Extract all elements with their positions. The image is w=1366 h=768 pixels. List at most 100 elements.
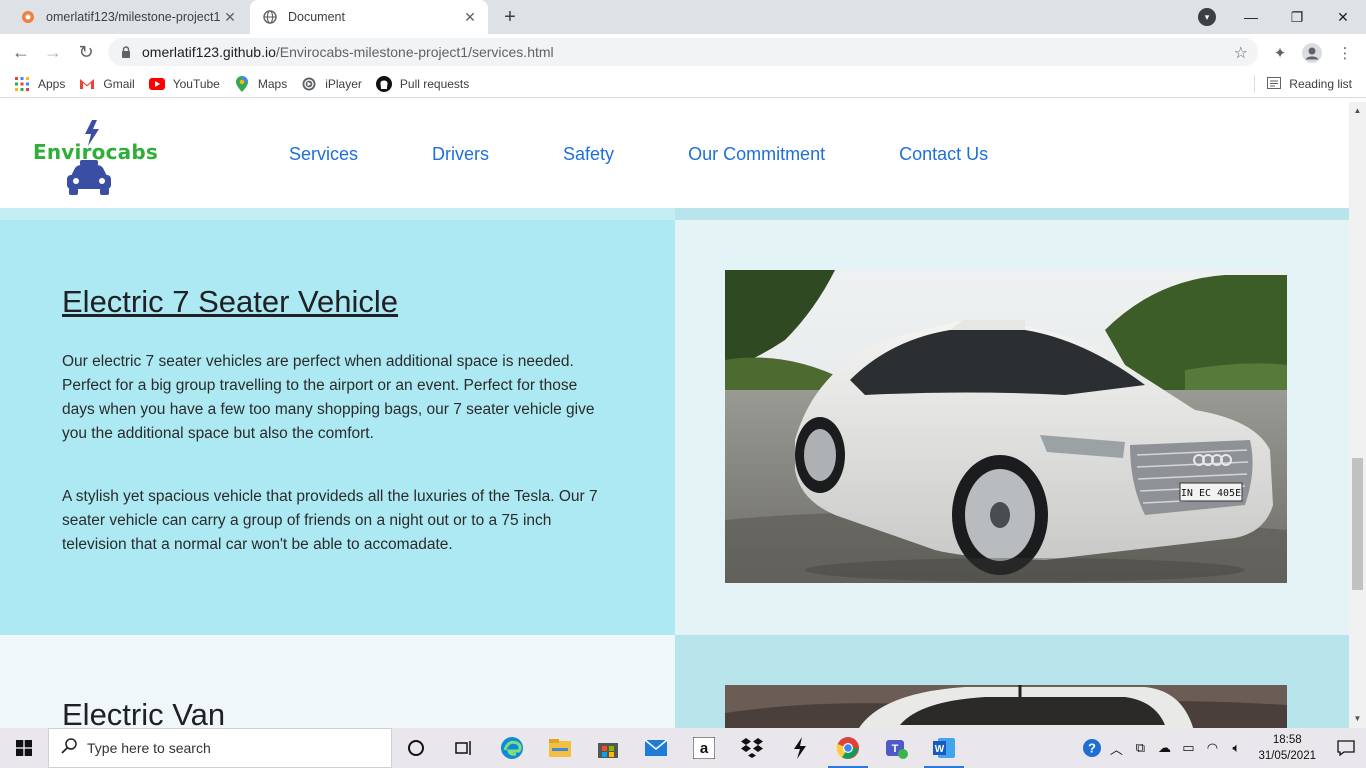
url-host: omerlatif123.github.io <box>142 44 276 60</box>
forward-arrow-icon[interactable]: → <box>40 39 66 65</box>
bookmark-gmail[interactable]: Gmail <box>79 70 135 98</box>
file-explorer-icon[interactable] <box>536 728 584 768</box>
taskbar-search-box[interactable]: Type here to search <box>48 728 392 768</box>
close-tab-icon[interactable]: ✕ <box>460 7 480 27</box>
dropbox-icon[interactable] <box>728 728 776 768</box>
clock-time: 18:58 <box>1272 734 1302 746</box>
nav-link-contact-us[interactable]: Contact Us <box>899 144 988 165</box>
cortana-icon[interactable] <box>392 728 440 768</box>
reload-icon[interactable]: ↻ <box>73 39 99 65</box>
edge-icon[interactable] <box>488 728 536 768</box>
white-suv-photo: IN EC 405E <box>725 270 1287 583</box>
seven-seater-paragraph-2: A stylish yet spacious vehicle that prov… <box>62 488 598 553</box>
address-bar[interactable]: omerlatif123.github.io/Envirocabs-milest… <box>108 38 1258 66</box>
seven-seater-heading: Electric 7 Seater Vehicle <box>62 284 399 319</box>
nav-link-drivers[interactable]: Drivers <box>432 144 489 165</box>
meet-now-icon[interactable]: ⧉ <box>1128 740 1152 756</box>
bookmark-label: Apps <box>38 76 66 91</box>
system-tray: ? ︿ ⧉ ☁ ▭ ◠ 🔈︎ 18:58 31/05/2021 <box>1080 728 1366 768</box>
svg-text:W: W <box>935 744 945 755</box>
chrome-icon[interactable] <box>824 728 872 768</box>
maps-icon <box>234 75 250 92</box>
electric-van-text-panel: Electric Van <box>0 635 675 728</box>
battery-icon[interactable]: ▭ <box>1176 740 1200 756</box>
apps-grid-icon <box>14 76 30 92</box>
lock-icon <box>120 46 132 58</box>
search-placeholder: Type here to search <box>87 740 211 756</box>
iplayer-icon <box>301 76 317 92</box>
chevron-up-icon[interactable]: ︿ <box>1104 739 1128 758</box>
onedrive-icon[interactable]: ☁ <box>1152 740 1176 756</box>
profile-avatar-icon[interactable] <box>1301 42 1323 64</box>
app-lightning-icon[interactable] <box>776 728 824 768</box>
task-view-icon[interactable] <box>440 728 488 768</box>
tab-search-icon[interactable]: ▾ <box>1198 8 1216 26</box>
bookmark-star-icon[interactable]: ☆ <box>1234 43 1248 63</box>
nav-link-safety[interactable]: Safety <box>563 144 614 165</box>
word-icon[interactable]: W <box>920 728 968 768</box>
amazon-icon[interactable]: a <box>680 728 728 768</box>
browser-toolbar: ← → ↻ omerlatif123.github.io/Envirocabs-… <box>0 34 1366 70</box>
bookmark-label: Maps <box>257 76 288 91</box>
bookmark-apps[interactable]: Apps <box>14 70 65 98</box>
minimize-button[interactable]: — <box>1228 0 1274 34</box>
new-tab-button[interactable]: + <box>498 5 522 29</box>
bookmark-iplayer[interactable]: iPlayer <box>301 70 362 98</box>
envirocabs-logo[interactable]: Envirocabs <box>33 120 158 198</box>
divider <box>1254 75 1256 93</box>
scroll-up-icon[interactable]: ▲ <box>1353 106 1362 115</box>
teams-icon[interactable]: T <box>872 728 920 768</box>
github-orange-icon <box>20 9 36 25</box>
scroll-down-icon[interactable]: ▼ <box>1353 714 1362 723</box>
reading-list-button[interactable]: Reading list <box>1254 70 1352 98</box>
bookmark-youtube[interactable]: YouTube <box>148 70 220 98</box>
bookmark-maps[interactable]: Maps <box>234 70 287 98</box>
volume-icon[interactable]: 🔈︎ <box>1224 740 1248 756</box>
bookmarks-bar: Apps Gmail YouTube Maps iPlayer Pull req… <box>0 70 1366 98</box>
reading-list-label: Reading list <box>1289 77 1352 91</box>
back-arrow-icon[interactable]: ← <box>8 39 34 65</box>
site-header: Envirocabs Services Drivers Safety Our C… <box>0 102 1349 208</box>
help-icon[interactable]: ? <box>1080 738 1104 758</box>
nav-link-services[interactable]: Services <box>289 144 358 165</box>
page-scrollbar[interactable]: ▲ ▼ <box>1349 102 1366 728</box>
windows-taskbar: Type here to search a T W ? ︿ ⧉ ☁ ▭ ◠ 🔈︎… <box>0 728 1366 768</box>
search-icon <box>61 738 77 758</box>
mail-icon[interactable] <box>632 728 680 768</box>
main-nav: Services Drivers Safety Our Commitment C… <box>289 144 1062 165</box>
clock-date: 31/05/2021 <box>1258 750 1316 762</box>
youtube-icon <box>148 76 165 92</box>
browser-tab-strip: omerlatif123/milestone-project1 ✕ Docume… <box>0 0 1366 34</box>
chrome-menu-icon[interactable]: ⋮ <box>1334 42 1356 64</box>
globe-icon <box>262 9 278 25</box>
restore-button[interactable]: ❐ <box>1274 0 1320 34</box>
microsoft-store-icon[interactable] <box>584 728 632 768</box>
page-viewport: Envirocabs Services Drivers Safety Our C… <box>0 102 1366 728</box>
scrollbar-thumb[interactable] <box>1352 458 1363 590</box>
taxi-car-icon <box>67 160 111 195</box>
bookmark-label: Pull requests <box>399 76 470 91</box>
wifi-icon[interactable]: ◠ <box>1200 740 1224 756</box>
notifications-icon[interactable] <box>1326 728 1366 768</box>
tab-title: omerlatif123/milestone-project1 <box>46 10 220 24</box>
reading-list-icon <box>1267 76 1282 92</box>
close-tab-icon[interactable]: ✕ <box>220 7 240 27</box>
gmail-icon <box>79 76 95 92</box>
extensions-puzzle-icon[interactable]: ✦ <box>1269 42 1291 64</box>
tab-document[interactable]: Document ✕ <box>250 0 488 34</box>
svg-text:a: a <box>700 740 709 757</box>
windows-start-icon[interactable] <box>0 728 48 768</box>
bookmark-pull-requests[interactable]: Pull requests <box>375 70 470 98</box>
bookmark-label: Gmail <box>103 76 135 91</box>
url-path: /Envirocabs-milestone-project1/services.… <box>275 44 554 60</box>
bookmark-label: iPlayer <box>325 76 362 91</box>
electric-van-photo <box>725 685 1287 728</box>
close-window-button[interactable]: ✕ <box>1320 0 1366 34</box>
tab-title: Document <box>288 10 345 24</box>
clock[interactable]: 18:58 31/05/2021 <box>1258 732 1316 764</box>
electric-van-heading: Electric Van <box>62 697 226 728</box>
bookmark-label: YouTube <box>172 76 220 91</box>
tab-github[interactable]: omerlatif123/milestone-project1 ✕ <box>8 0 248 34</box>
nav-link-our-commitment[interactable]: Our Commitment <box>688 144 825 165</box>
rear-wheel <box>795 417 845 493</box>
